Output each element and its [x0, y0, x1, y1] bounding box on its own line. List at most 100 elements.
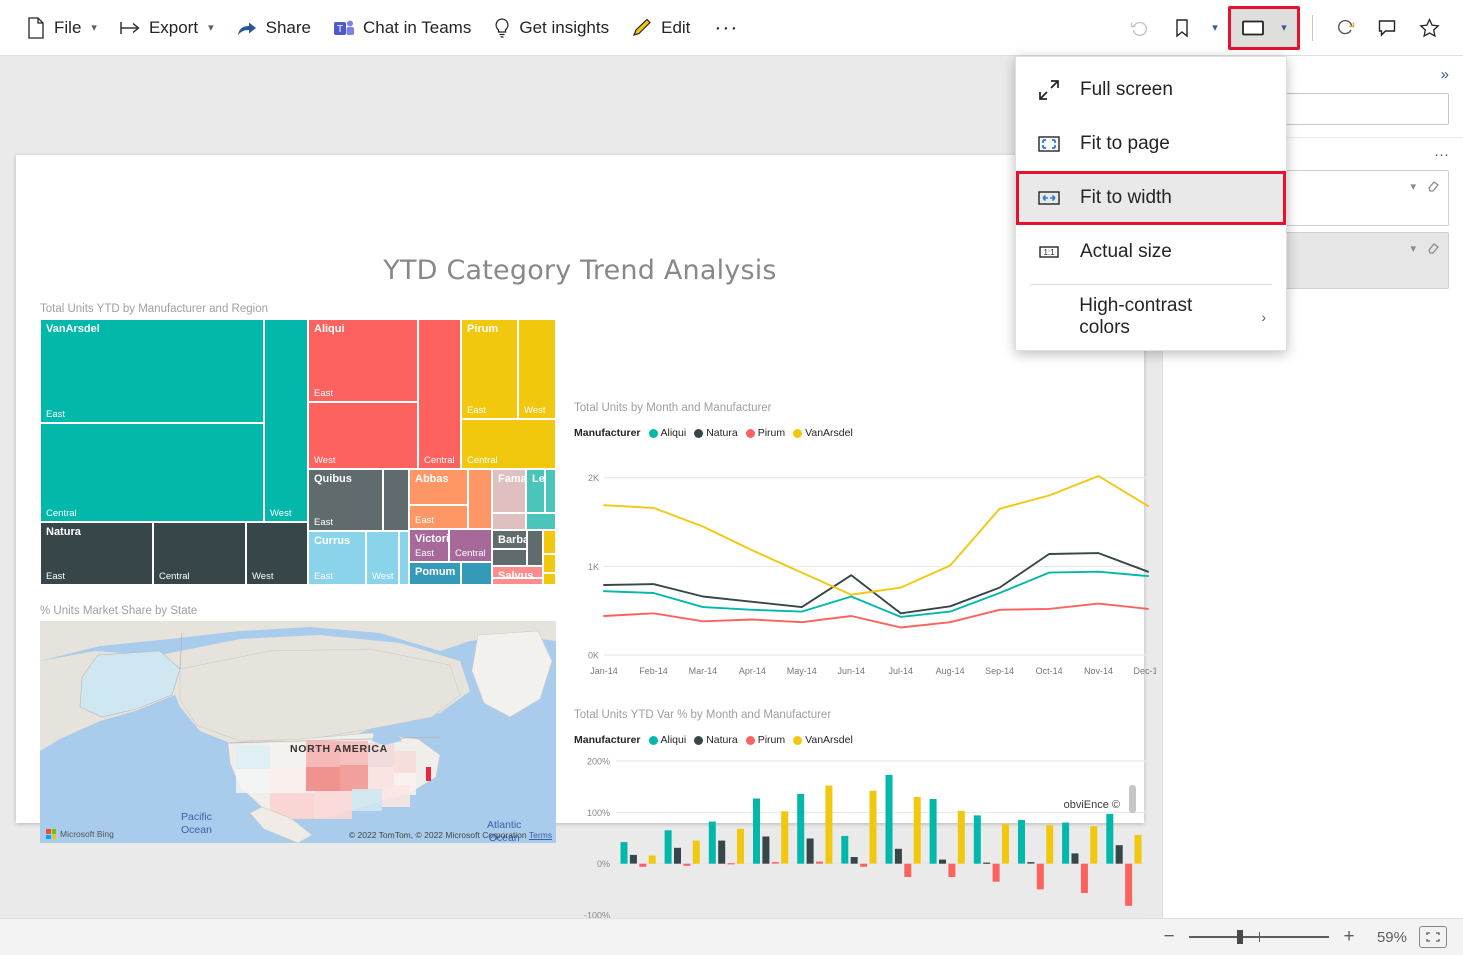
treemap-node-region: East [467, 405, 486, 416]
treemap-node[interactable] [545, 469, 556, 513]
treemap-node[interactable] [543, 573, 556, 585]
treemap-node[interactable]: Fama [492, 469, 526, 513]
collapse-pane-icon[interactable]: » [1441, 66, 1449, 83]
treemap-node[interactable]: VictoriaEast [409, 529, 449, 562]
canvas-scrollbar[interactable] [1129, 785, 1136, 813]
treemap-node[interactable] [461, 562, 492, 585]
view-menu-button[interactable]: ▾ [1228, 6, 1300, 50]
legend-item[interactable]: Aliqui [649, 734, 687, 746]
comment-icon[interactable] [1367, 8, 1407, 48]
treemap-node[interactable] [492, 549, 527, 566]
treemap-node[interactable]: East [409, 505, 468, 529]
treemap-node[interactable]: VanArsdelEast [40, 319, 264, 423]
treemap-node[interactable] [492, 513, 526, 530]
line-chart-visual[interactable]: 0K1K2KJan-14Feb-14Mar-14Apr-14May-14Jun-… [574, 448, 1156, 683]
zoom-slider[interactable] [1189, 928, 1329, 946]
treemap-node[interactable]: CurrusEast [308, 531, 366, 585]
view-menu-item-high-contrast-colors[interactable]: High-contrast colors› [1016, 290, 1286, 344]
view-dropdown-menu[interactable]: Full screenFit to pageFit to width1:1Act… [1015, 56, 1287, 351]
treemap-node[interactable]: Salvus [492, 566, 543, 578]
treemap-node[interactable]: Leo [526, 469, 545, 513]
zoom-in-button[interactable]: + [1341, 926, 1357, 948]
edit-button[interactable]: Edit [621, 8, 700, 48]
treemap-node[interactable]: Pomum [409, 562, 461, 585]
treemap-node[interactable]: Central [40, 423, 264, 522]
treemap-node[interactable] [468, 469, 492, 529]
eraser-icon[interactable] [1426, 178, 1440, 195]
treemap-node[interactable]: West [308, 402, 418, 469]
legend-item[interactable]: Natura [694, 734, 738, 746]
legend-item[interactable]: Pirum [746, 427, 785, 439]
treemap-node[interactable]: AliquiEast [308, 319, 418, 402]
legend-item[interactable]: Aliqui [649, 427, 687, 439]
refresh-icon[interactable] [1325, 8, 1365, 48]
treemap-node[interactable] [526, 513, 556, 530]
share-button[interactable]: Share [226, 8, 321, 48]
treemap-node[interactable]: NaturaEast [40, 522, 153, 585]
treemap-node[interactable]: Barba [492, 530, 527, 549]
lightbulb-icon [493, 17, 511, 39]
get-insights-button[interactable]: Get insights [483, 8, 619, 48]
reset-icon[interactable] [1120, 8, 1160, 48]
treemap-node[interactable]: West [366, 531, 399, 585]
bar-chart-visual[interactable]: -100%0%100%200%Jan-14Feb-14Mar-14Apr-14M… [574, 751, 1156, 941]
treemap-node-region: East [415, 515, 434, 526]
legend-label: VanArsdel [805, 734, 853, 746]
treemap-node[interactable]: Abbas [409, 469, 468, 505]
treemap-visual[interactable]: VanArsdelEastCentralWestNaturaEastCentra… [40, 319, 556, 585]
map-terms-link[interactable]: Terms [529, 830, 552, 840]
fit-screen-icon[interactable] [1419, 926, 1447, 948]
bookmark-icon[interactable] [1162, 8, 1202, 48]
treemap-node[interactable] [543, 554, 556, 573]
treemap-node[interactable] [399, 531, 409, 585]
treemap-node[interactable]: West [518, 319, 556, 419]
svg-text:Jan-14: Jan-14 [590, 666, 618, 676]
treemap-node[interactable] [527, 530, 543, 566]
bing-label: Microsoft Bing [60, 829, 114, 839]
zoom-slider-thumb[interactable] [1237, 930, 1243, 944]
chevron-down-icon[interactable]: ▾ [1410, 242, 1416, 255]
treemap-node[interactable]: PirumEast [461, 319, 518, 419]
chat-in-teams-button[interactable]: T Chat in Teams [323, 8, 481, 48]
zoom-out-button[interactable]: − [1161, 926, 1177, 948]
page-title: YTD Category Trend Analysis [16, 213, 1144, 286]
treemap-node-manufacturer: Quibus [314, 473, 352, 485]
treemap-node[interactable] [543, 530, 556, 554]
view-dropdown-chevron-down-icon[interactable]: ▾ [1273, 8, 1295, 48]
chevron-down-icon: ▾ [91, 21, 97, 34]
treemap-node[interactable] [383, 469, 409, 531]
legend-item[interactable]: VanArsdel [793, 734, 853, 746]
watermark: obviEnce © [1064, 799, 1120, 811]
treemap-node[interactable]: West [246, 522, 308, 585]
line-chart-legend[interactable]: ManufacturerAliquiNaturaPirumVanArsdel [574, 426, 861, 440]
view-menu-item-actual-size[interactable]: 1:1Actual size [1016, 225, 1286, 279]
treemap-node[interactable]: Central [449, 529, 492, 562]
export-menu-button[interactable]: Export ▾ [109, 8, 224, 48]
treemap-node[interactable]: Central [153, 522, 246, 585]
filters-section-more-icon[interactable]: ··· [1434, 151, 1449, 159]
chevron-down-icon[interactable]: ▾ [1410, 180, 1416, 193]
favorite-icon[interactable] [1409, 8, 1449, 48]
file-menu-button[interactable]: File ▾ [16, 8, 107, 48]
view-menu-item-full-screen[interactable]: Full screen [1016, 63, 1286, 117]
filter-card-controls: ▾ [1410, 178, 1440, 195]
bookmark-dropdown-chevron-down-icon[interactable]: ▾ [1204, 8, 1226, 48]
map-visual[interactable]: NORTH AMERICA PacificOcean AtlanticOcean… [40, 621, 556, 843]
view-menu-item-fit-to-width[interactable]: Fit to width [1016, 171, 1286, 225]
svg-text:2K: 2K [588, 473, 599, 483]
legend-item[interactable]: Natura [694, 427, 738, 439]
treemap-node[interactable]: Central [418, 319, 461, 469]
legend-item[interactable]: Pirum [746, 734, 785, 746]
legend-item[interactable]: VanArsdel [793, 427, 853, 439]
eraser-icon[interactable] [1426, 240, 1440, 257]
treemap-node[interactable] [492, 578, 543, 585]
treemap-node[interactable]: Central [461, 419, 556, 469]
treemap-node-region: West [524, 405, 545, 416]
treemap-node[interactable]: QuibusEast [308, 469, 383, 531]
svg-text:0K: 0K [588, 651, 599, 661]
view-menu-item-fit-to-page[interactable]: Fit to page [1016, 117, 1286, 171]
more-commands-button[interactable]: ··· [702, 19, 750, 37]
view-icon[interactable] [1233, 8, 1273, 48]
bar-chart-legend[interactable]: ManufacturerAliquiNaturaPirumVanArsdel [574, 733, 861, 747]
treemap-node[interactable]: West [264, 319, 308, 522]
